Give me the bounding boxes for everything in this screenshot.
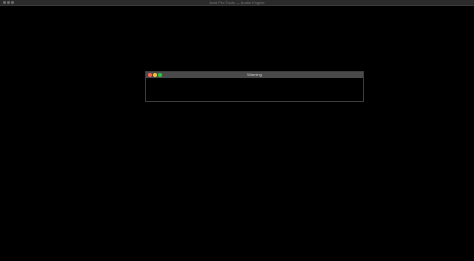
- warning-dialog: Warning: [145, 71, 364, 102]
- main-window-content: [0, 6, 474, 261]
- dialog-body: [146, 78, 363, 101]
- desktop-screen: Avid Pro Tools — Audio Engine Warning: [0, 0, 474, 261]
